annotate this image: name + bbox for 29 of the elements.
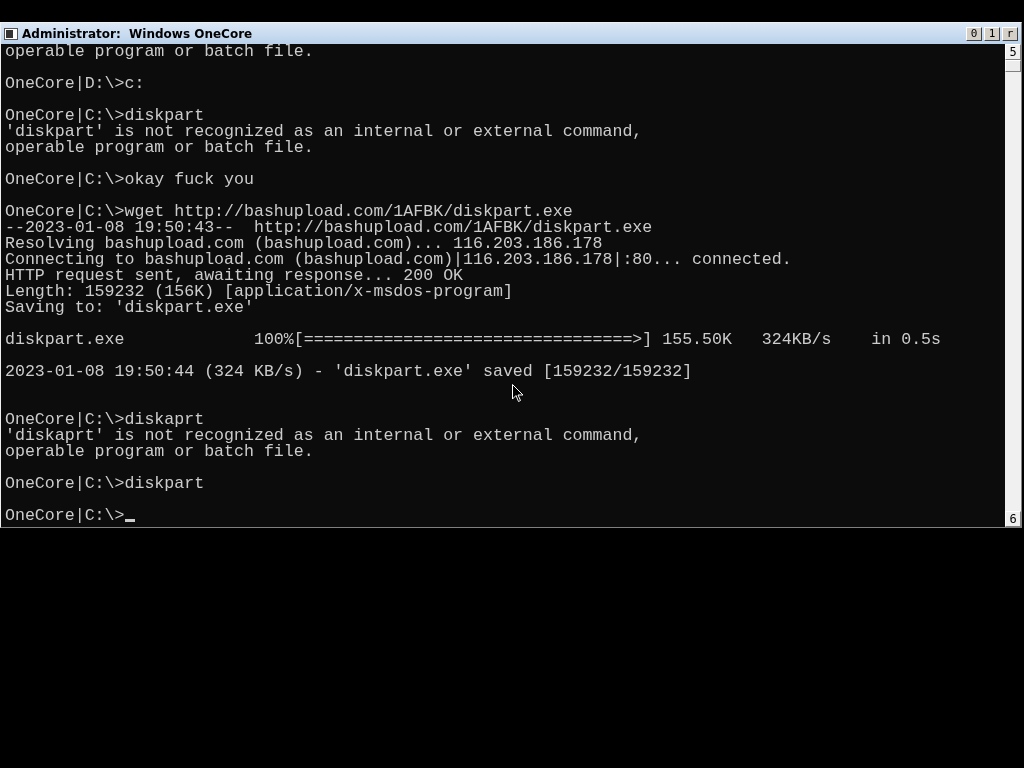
scroll-down-button[interactable]: 6 (1005, 511, 1021, 527)
console-line: --2023-01-08 19:50:43-- http://bashupload.com/1AFBK/diskpart.exe (5, 218, 653, 237)
console-line: Length: 159232 (156K) [application/x-msdos-program] (5, 282, 513, 301)
console-line: Saving to: 'diskpart.exe' (5, 298, 254, 317)
window-control-button[interactable]: 0 (966, 26, 982, 41)
console-line: OneCore|C:\>okay fuck you (5, 170, 254, 189)
console-line: 'diskaprt' is not recognized as an internal or external command, (5, 426, 643, 445)
console-line: Connecting to bashupload.com (bashupload.com)|116.203.186.178|:80... connected. (5, 250, 792, 269)
console-line: OneCore|D:\>c: (5, 74, 145, 93)
window-control-button[interactable]: r (1002, 26, 1018, 41)
console-line: OneCore|C:\> (5, 506, 125, 525)
window-title: Administrator: Windows OneCore (22, 26, 254, 41)
console-line: operable program or batch file. (5, 138, 314, 157)
window-control-button[interactable]: 1 (984, 26, 1000, 41)
console-line: 2023-01-08 19:50:44 (324 KB/s) - 'diskpart.exe' saved [159232/159232] (5, 362, 693, 381)
console-icon (4, 27, 18, 40)
console-line: operable program or batch file. (5, 44, 314, 61)
console-line: Resolving bashupload.com (bashupload.com)... 116.203.186.178 (5, 234, 603, 253)
console-line: HTTP request sent, awaiting response... 200 OK (5, 266, 464, 285)
scroll-thumb[interactable] (1005, 60, 1021, 72)
console-line: OneCore|C:\>diskpart (5, 106, 205, 125)
console-line: 'diskpart' is not recognized as an internal or external command, (5, 122, 643, 141)
mouse-pointer-icon (512, 384, 524, 403)
console-line: diskpart.exe 100%[=================================>] 155.50K 324KB/s in 0.5s (5, 330, 942, 349)
console-line: OneCore|C:\>diskpart (5, 474, 205, 493)
console-line: operable program or batch file. (5, 442, 314, 461)
console-line: OneCore|C:\>diskaprt (5, 410, 205, 429)
scroll-up-button[interactable]: 5 (1005, 44, 1021, 60)
console-line: OneCore|C:\>wget http://bashupload.com/1AFBK/diskpart.exe (5, 202, 573, 221)
